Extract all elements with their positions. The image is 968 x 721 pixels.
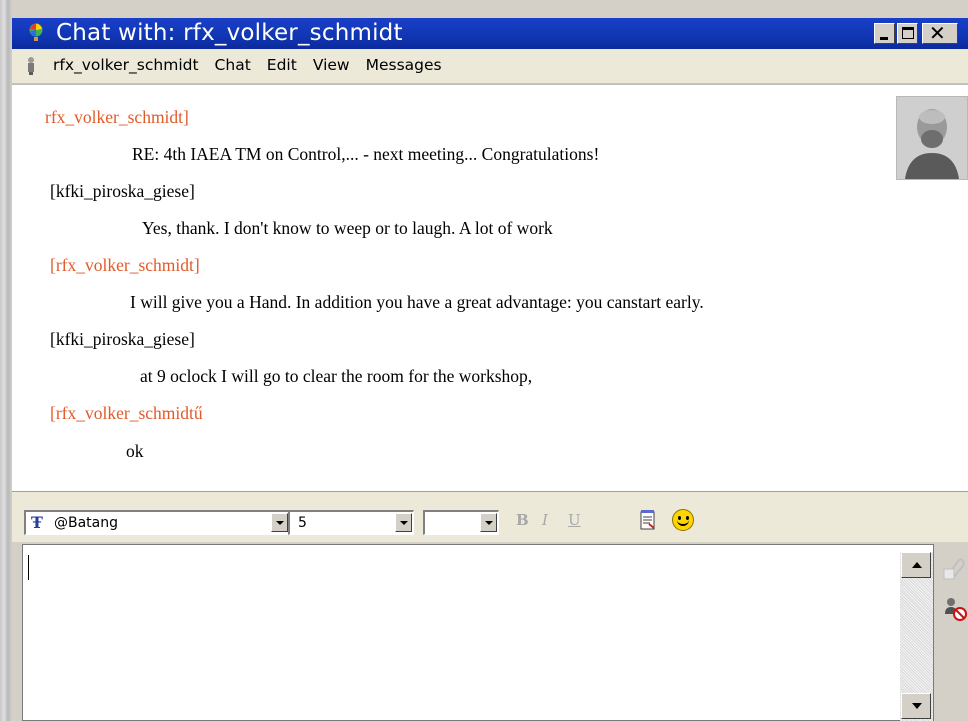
avatar [896, 96, 968, 180]
menu-chat[interactable]: Chat [214, 56, 252, 74]
font-size-value: 5 [298, 515, 307, 531]
message-sender: [kfki_piroska_giese] [50, 329, 195, 349]
message-text: ok [126, 441, 144, 461]
user-icon [28, 57, 34, 75]
message-sender: [rfx_volker_schmidt] [50, 255, 200, 275]
menu-messages[interactable]: Messages [365, 56, 443, 74]
block-user-icon[interactable] [942, 596, 968, 622]
scroll-down-button[interactable] [901, 693, 931, 719]
menu-edit[interactable]: Edit [266, 56, 298, 74]
italic-button[interactable]: I [542, 511, 548, 529]
message-sender: [kfki_piroska_giese] [50, 181, 195, 201]
message-text: I will give you a Hand. In addition you … [130, 292, 704, 312]
text-caret [28, 555, 29, 580]
message-sender: rfx_volker_schmidt] [45, 107, 189, 127]
minimize-button[interactable] [874, 23, 895, 44]
chevron-down-icon[interactable] [395, 513, 412, 532]
chevron-down-icon[interactable] [271, 513, 288, 532]
window-frame [0, 0, 12, 721]
menu-user[interactable]: rfx_volker_schmidt [52, 56, 200, 74]
font-value: @Batang [54, 515, 119, 531]
avatar-photo [897, 97, 967, 179]
notepad-icon[interactable] [640, 510, 656, 530]
underline-button[interactable]: U [568, 511, 581, 529]
message-sender: [rfx_volker_schmidtű [50, 403, 203, 423]
chat-transcript[interactable]: rfx_volker_schmidt] RE: 4th IAEA TM on C… [12, 84, 968, 491]
format-toolbar: Ŧ @Batang 5 B I U [12, 502, 968, 542]
bold-button[interactable]: B [516, 511, 529, 529]
message-text: Yes, thank. I don't know to weep or to l… [142, 218, 553, 238]
close-icon: ✕ [929, 21, 946, 45]
scroll-up-button[interactable] [901, 552, 931, 578]
font-size-select[interactable]: 5 [288, 510, 414, 535]
maximize-button[interactable] [897, 23, 918, 44]
title-bar[interactable]: Chat with: rfx_volker_schmidt ✕ [12, 18, 968, 49]
balloon-app-icon [29, 23, 43, 41]
message-text: at 9 oclock I will go to clear the room … [140, 366, 533, 386]
emoticon-icon[interactable] [672, 509, 694, 531]
message-input[interactable] [22, 544, 934, 721]
close-button[interactable]: ✕ [922, 21, 958, 45]
truetype-icon: Ŧ [31, 513, 43, 532]
window-title: Chat with: rfx_volker_schmidt [56, 20, 403, 46]
color-select[interactable] [423, 510, 499, 535]
chat-window: Chat with: rfx_volker_schmidt ✕ rfx_volk… [0, 0, 968, 721]
menu-bar: rfx_volker_schmidt Chat Edit View Messag… [12, 49, 968, 84]
paperclip-icon[interactable] [940, 555, 966, 581]
font-select[interactable]: Ŧ @Batang [24, 510, 290, 535]
menu-view[interactable]: View [312, 56, 351, 74]
message-text: RE: 4th IAEA TM on Control,... - next me… [132, 144, 600, 164]
chevron-down-icon[interactable] [480, 513, 497, 532]
